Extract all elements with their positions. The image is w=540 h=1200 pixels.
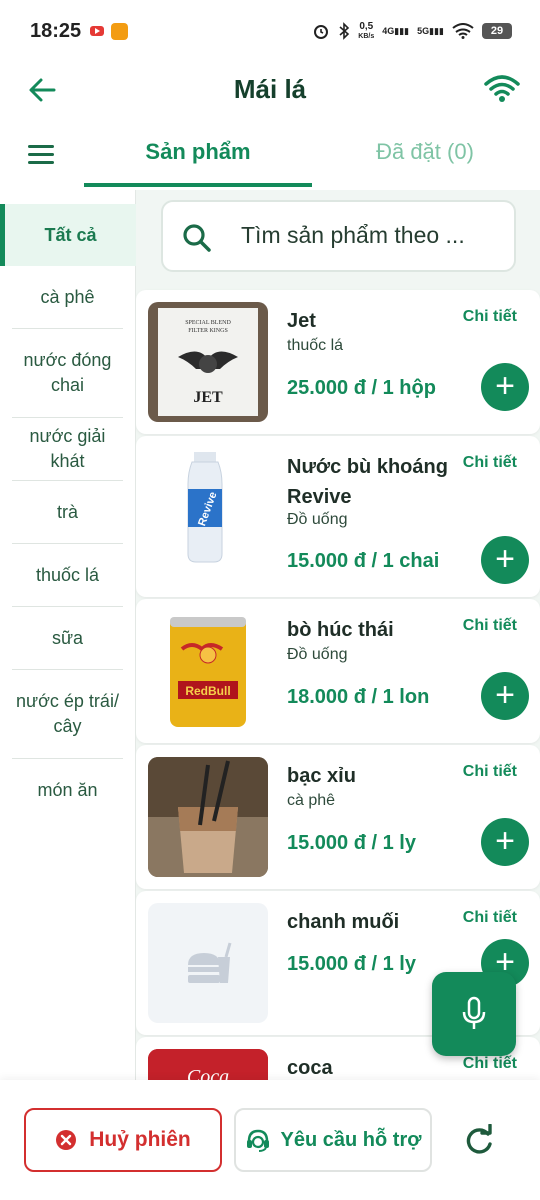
search-placeholder: Tìm sản phẩm theo ... [241, 222, 465, 248]
detail-link[interactable]: Chi tiết [463, 1055, 517, 1073]
category-item-all[interactable]: Tất cả [0, 204, 136, 266]
product-list: Tìm sản phẩm theo ... SPECIAL BLEND FILTE… [136, 190, 540, 1080]
product-image-bac-xiu [148, 757, 268, 877]
app-notification-icon [111, 23, 128, 40]
tab-ordered[interactable]: Đã đặt (0) [340, 139, 510, 165]
bluetooth-icon [339, 22, 350, 40]
category-item-coffee[interactable]: cà phê [12, 266, 123, 329]
tab-products-label: Sản phẩm [145, 139, 251, 164]
wifi-status-icon [452, 23, 474, 39]
svg-text:SPECIAL BLEND: SPECIAL BLEND [185, 320, 231, 326]
search-icon [183, 224, 211, 252]
detail-link[interactable]: Chi tiết [463, 909, 517, 927]
microphone-icon [462, 996, 486, 1029]
cancel-session-label: Huỷ phiên [89, 1128, 191, 1151]
detail-link[interactable]: Chi tiết [463, 308, 517, 326]
category-item-milk[interactable]: sữa [12, 607, 123, 670]
bottom-action-bar: Huỷ phiên Yêu cầu hỗ trợ [0, 1080, 540, 1200]
product-image-coca: Coca [148, 1049, 268, 1080]
category-item-tea[interactable]: trà [12, 481, 123, 544]
detail-link[interactable]: Chi tiết [463, 454, 517, 472]
status-time: 18:25 [30, 20, 82, 42]
net1-label: 4G [382, 25, 395, 36]
product-price: 18.000 đ / 1 lon [287, 686, 430, 708]
active-tab-indicator [84, 183, 312, 187]
product-name: coca [287, 1057, 333, 1079]
signal-5g: 5G▮▮▮ [417, 25, 444, 36]
product-price: 25.000 đ / 1 hộp [287, 377, 436, 399]
voice-input-button[interactable] [432, 972, 516, 1056]
product-card[interactable]: bạc xỉu Chi tiết cà phê 15.000 đ / 1 ly … [136, 745, 540, 889]
search-input[interactable]: Tìm sản phẩm theo ... [161, 200, 516, 272]
product-price: 15.000 đ / 1 ly [287, 953, 416, 975]
category-item-food[interactable]: món ăn [12, 759, 123, 822]
status-icons: 0,5 KB/s 4G▮▮▮ 5G▮▮▮ 29 [312, 18, 512, 44]
battery-icon: 29 [482, 23, 512, 39]
alarm-icon [314, 25, 329, 39]
product-category: cà phê [287, 792, 336, 809]
page-title: Mái lá [233, 74, 307, 104]
add-to-cart-button[interactable]: + [481, 363, 529, 411]
network-speed: 0,5 KB/s [358, 20, 375, 41]
speed-unit: KB/s [358, 32, 375, 40]
category-item-juice[interactable]: nước ép trái/ cây [12, 670, 123, 759]
product-image-revive: Revive [148, 444, 268, 564]
menu-icon[interactable] [28, 145, 54, 167]
add-to-cart-button[interactable]: + [481, 536, 529, 584]
product-name: Nước bù khoáng Revive [287, 456, 448, 508]
product-name: bò húc thái [287, 619, 394, 641]
category-sidebar: Tất cả cà phê nước đóng chai nước giải k… [0, 190, 136, 1080]
app-header: Mái lá [0, 60, 540, 120]
product-category: Đồ uống [287, 646, 348, 663]
refresh-icon[interactable] [462, 1124, 496, 1158]
product-name: Jet [287, 310, 316, 332]
product-card[interactable]: Revive Nước bù khoáng Revive Chi tiết Đồ… [136, 436, 540, 597]
add-to-cart-button[interactable]: + [481, 672, 529, 720]
category-item-bottled-water[interactable]: nước đóng chai [12, 329, 123, 418]
category-item-soft-drinks[interactable]: nước giải khát [12, 418, 123, 481]
product-price: 15.000 đ / 1 ly [287, 832, 416, 854]
cancel-session-button[interactable]: Huỷ phiên [24, 1108, 222, 1172]
svg-text:Coca: Coca [187, 1066, 229, 1080]
wifi-icon[interactable] [484, 74, 520, 104]
category-item-cigarettes[interactable]: thuốc lá [12, 544, 123, 607]
product-name: bạc xỉu [287, 765, 356, 787]
svg-text:JET: JET [193, 389, 223, 406]
detail-link[interactable]: Chi tiết [463, 763, 517, 781]
tab-products[interactable]: Sản phẩm [84, 139, 312, 187]
svg-text:FILTER KINGS: FILTER KINGS [188, 328, 228, 334]
tab-bar: Sản phẩm Đã đặt (0) [0, 125, 540, 187]
product-category: thuốc lá [287, 337, 344, 354]
support-agent-icon [246, 1129, 269, 1152]
add-to-cart-button[interactable]: + [481, 818, 529, 866]
signal-4g: 4G▮▮▮ [382, 25, 410, 36]
net2-label: 5G [417, 25, 430, 36]
product-price: 15.000 đ / 1 chai [287, 550, 440, 572]
speed-value: 0,5 [359, 20, 374, 32]
status-bar: 18:25 0,5 KB/s 4G▮▮▮ 5G▮▮▮ 29 [0, 0, 540, 60]
detail-link[interactable]: Chi tiết [463, 617, 517, 635]
svg-text:RedBull: RedBull [185, 684, 230, 698]
product-card[interactable]: RedBull bò húc thái Chi tiết Đồ uống 18.… [136, 599, 540, 743]
product-placeholder-image [148, 903, 268, 1023]
request-support-label: Yêu cầu hỗ trợ [280, 1128, 422, 1151]
product-image-redbull: RedBull [148, 611, 268, 731]
product-card[interactable]: SPECIAL BLEND FILTER KINGS JET Jet Chi tiế… [136, 290, 540, 434]
request-support-button[interactable]: Yêu cầu hỗ trợ [234, 1108, 432, 1172]
product-image-jet: SPECIAL BLEND FILTER KINGS JET [148, 302, 268, 422]
product-category: Đồ uống [287, 511, 348, 528]
youtube-icon [90, 26, 104, 36]
product-name: chanh muối [287, 911, 400, 933]
close-circle-icon [56, 1130, 77, 1150]
